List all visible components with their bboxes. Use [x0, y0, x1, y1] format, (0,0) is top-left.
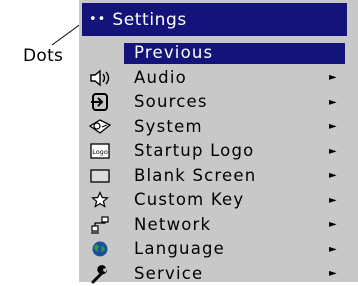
- submenu-arrow-icon: ►: [329, 121, 337, 132]
- submenu-arrow-icon: ►: [329, 97, 337, 108]
- menu-item-label: Language: [134, 241, 225, 258]
- menu-item-system[interactable]: System ►: [79, 115, 358, 140]
- menu-item-startup-logo[interactable]: Logo Startup Logo ►: [79, 139, 358, 164]
- network-icon: [79, 213, 120, 238]
- settings-menu: •• Settings Previous Audio ►: [79, 0, 358, 282]
- menu-item-custom-key[interactable]: Custom Key ►: [79, 188, 358, 213]
- logo-icon: Logo: [79, 139, 120, 164]
- submenu-arrow-icon: ►: [329, 170, 337, 181]
- menu-title: Settings: [112, 10, 187, 30]
- menu-item-network[interactable]: Network ►: [79, 213, 358, 238]
- menu-item-blank-screen[interactable]: Blank Screen ►: [79, 164, 358, 189]
- menu-item-label: Custom Key: [134, 192, 244, 209]
- system-projector-icon: [79, 115, 120, 140]
- submenu-arrow-icon: ►: [329, 195, 337, 206]
- menu-item-label: System: [134, 119, 203, 136]
- menu-item-language[interactable]: Language ►: [79, 237, 358, 262]
- menu-item-sources[interactable]: Sources ►: [79, 90, 358, 115]
- globe-icon: [79, 237, 120, 262]
- menu-item-label: Audio: [134, 70, 187, 87]
- menu-item-label: Service: [134, 266, 203, 283]
- submenu-arrow-icon: ►: [329, 244, 337, 255]
- menu-item-audio[interactable]: Audio ►: [79, 66, 358, 91]
- submenu-arrow-icon: ►: [329, 219, 337, 230]
- submenu-arrow-icon: ►: [329, 72, 337, 83]
- menu-item-label: Blank Screen: [134, 168, 256, 185]
- title-dots: ••: [89, 13, 106, 26]
- menu-item-label: Network: [134, 217, 211, 234]
- source-input-icon: [79, 90, 120, 115]
- menu-item-previous[interactable]: Previous: [79, 41, 358, 66]
- blank-screen-icon: [79, 164, 120, 189]
- menu-item-label: Previous: [134, 45, 213, 62]
- submenu-arrow-icon: ►: [329, 146, 337, 157]
- wrench-icon: [79, 262, 120, 286]
- menu-item-label: Startup Logo: [134, 143, 254, 160]
- menu-item-label: Sources: [134, 94, 208, 111]
- star-icon: [79, 188, 120, 213]
- logo-icon-text: Logo: [92, 148, 108, 156]
- dots-annotation-label: Dots: [23, 46, 63, 66]
- speaker-icon: [79, 66, 120, 91]
- menu-title-bar: •• Settings: [82, 3, 347, 36]
- menu-item-service[interactable]: Service ►: [79, 262, 358, 286]
- submenu-arrow-icon: ►: [329, 268, 337, 279]
- menu-items: Previous Audio ► Sources: [79, 41, 358, 286]
